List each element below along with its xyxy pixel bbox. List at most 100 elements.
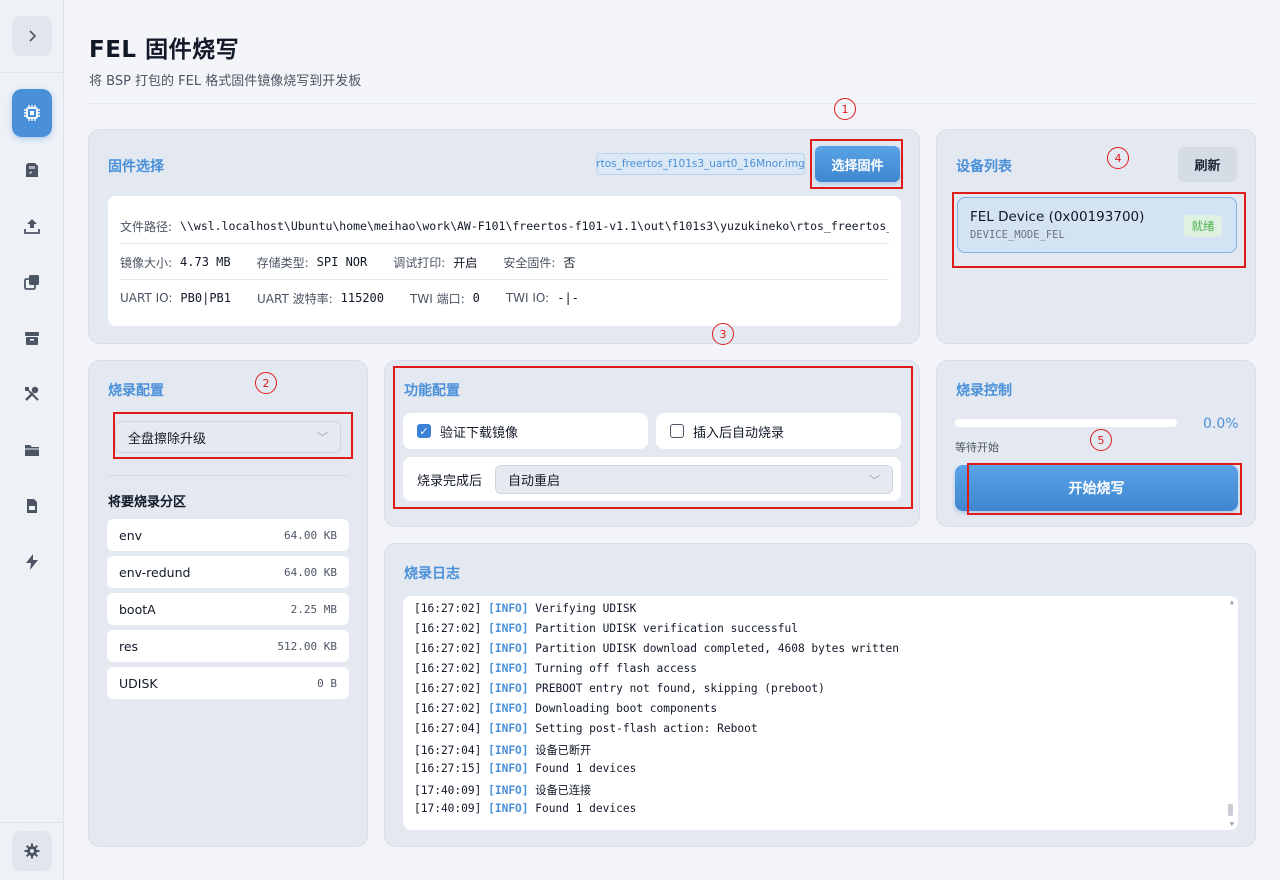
folder-icon[interactable] — [12, 430, 52, 470]
progress-status: 等待开始 — [955, 441, 999, 454]
bolt-icon[interactable] — [12, 542, 52, 582]
device-mode: DEVICE_MODE_FEL — [970, 229, 1065, 241]
partition-name: res — [119, 638, 139, 654]
burn-config-title: 烧录配置 — [108, 383, 164, 399]
partition-item: UDISK 0 B — [107, 667, 349, 699]
uart-io-value: PB0|PB1 — [180, 291, 231, 305]
burn-control-title: 烧录控制 — [956, 383, 1012, 399]
storage-type-label: 存储类型: — [256, 255, 309, 270]
log-line: [17:40:09] [INFO] Found 1 devices — [414, 802, 637, 815]
sd-card-icon[interactable] — [12, 150, 52, 190]
firmware-info-panel: 文件路径: \\wsl.localhost\Ubuntu\home\meihao… — [108, 196, 901, 326]
partition-size: 2.25 MB — [290, 602, 337, 616]
scroll-down-icon[interactable]: ▼ — [1230, 820, 1234, 828]
file-path-row: 文件路径: \\wsl.localhost\Ubuntu\home\meihao… — [120, 208, 889, 244]
annotation-marker-1: 1 — [834, 98, 856, 120]
scroll-up-icon[interactable]: ▲ — [1230, 598, 1234, 606]
partition-name: env-redund — [119, 564, 191, 580]
function-config-title: 功能配置 — [404, 383, 460, 399]
burn-mode-value: 全盘擦除升级 — [128, 431, 207, 447]
chevron-down-icon: ﹀ — [869, 473, 880, 487]
start-burn-button[interactable]: 开始烧写 — [955, 465, 1238, 511]
divider — [107, 475, 349, 476]
secure-firmware-label: 安全固件: — [503, 255, 556, 270]
chip-icon[interactable] — [12, 89, 52, 137]
log-line: [17:40:09] [INFO] 设备已连接 — [414, 784, 592, 797]
scrollbar-thumb[interactable] — [1228, 804, 1233, 816]
annotation-marker-4: 4 — [1107, 147, 1129, 169]
auto-burn-option[interactable]: 插入后自动烧录 — [656, 413, 901, 449]
image-size-label: 镜像大小: — [120, 255, 173, 270]
uart-baud-value: 115200 — [340, 291, 385, 305]
burn-log-title: 烧录日志 — [404, 566, 460, 582]
sidebar — [0, 0, 64, 880]
debug-print-label: 调试打印: — [393, 255, 446, 270]
partition-item: env 64.00 KB — [107, 519, 349, 551]
auto-burn-checkbox[interactable] — [670, 424, 684, 438]
log-output: [16:27:02] [INFO] Verifying UDISK [16:27… — [403, 596, 1238, 830]
file-path-label: 文件路径: — [120, 219, 173, 234]
firmware-card-title: 固件选择 — [108, 159, 164, 175]
partition-size: 0 B — [317, 676, 337, 690]
check-icon[interactable]: ✓ — [417, 424, 431, 438]
uart-info-row: UART IO: PB0|PB1 UART 波特率: 115200 TWI 端口… — [120, 280, 889, 316]
annotation-marker-2: 2 — [255, 372, 277, 394]
debug-print-value: 开启 — [453, 255, 478, 270]
twi-port-value: 0 — [472, 291, 480, 305]
select-firmware-button[interactable]: 选择固件 — [815, 146, 900, 182]
twi-io-value: -|- — [557, 291, 579, 305]
partition-item: bootA 2.25 MB — [107, 593, 349, 625]
storage-type-value: SPI NOR — [316, 255, 368, 269]
after-burn-label: 烧录完成后 — [417, 473, 483, 489]
progress-bar — [955, 419, 1177, 427]
image-info-row: 镜像大小: 4.73 MB 存储类型: SPI NOR 调试打印: 开启 安全固… — [120, 244, 889, 280]
partitions-label: 将要烧录分区 — [108, 495, 187, 510]
status-badge: 就绪 — [1184, 215, 1222, 237]
verify-image-label: 验证下载镜像 — [440, 425, 519, 441]
file-path-value: \\wsl.localhost\Ubuntu\home\meihao\work\… — [180, 219, 889, 233]
file-icon[interactable] — [12, 486, 52, 526]
device-item[interactable]: FEL Device (0x00193700) DEVICE_MODE_FEL … — [957, 197, 1237, 253]
twi-port-label: TWI 端口: — [410, 291, 465, 306]
verify-image-option[interactable]: ✓ 验证下载镜像 — [403, 413, 648, 449]
upload-icon[interactable] — [12, 206, 52, 246]
log-line: [16:27:02] [INFO] PREBOOT entry not foun… — [414, 682, 825, 695]
log-line: [16:27:02] [INFO] Verifying UDISK — [414, 602, 637, 615]
partition-size: 64.00 KB — [284, 565, 337, 579]
burn-mode-select[interactable]: 全盘擦除升级 ﹀ — [115, 421, 341, 453]
archive-icon[interactable] — [12, 318, 52, 358]
twi-io-label: TWI IO: — [505, 291, 550, 305]
auto-burn-label: 插入后自动烧录 — [693, 425, 785, 441]
log-line: [16:27:02] [INFO] Turning off flash acce… — [414, 662, 697, 675]
secure-firmware-value: 否 — [563, 255, 576, 270]
annotation-marker-5: 5 — [1090, 429, 1112, 451]
chevron-right-icon[interactable] — [12, 16, 52, 56]
sidebar-divider — [0, 822, 63, 823]
refresh-button[interactable]: 刷新 — [1178, 147, 1237, 182]
partition-item: env-redund 64.00 KB — [107, 556, 349, 588]
partition-size: 512.00 KB — [277, 639, 337, 653]
page-title: FEL 固件烧写 — [89, 37, 240, 63]
firmware-file-chip: rtos_freertos_f101s3_uart0_16Mnor.img — [596, 153, 805, 175]
chevron-down-icon: ﹀ — [317, 431, 328, 444]
partition-item: res 512.00 KB — [107, 630, 349, 662]
gear-icon[interactable] — [12, 831, 52, 871]
partition-name: UDISK — [119, 675, 158, 691]
log-line: [16:27:02] [INFO] Partition UDISK verifi… — [414, 622, 798, 635]
header-divider — [89, 103, 1256, 104]
copy-icon[interactable] — [12, 262, 52, 302]
after-burn-value: 自动重启 — [508, 474, 561, 489]
log-line: [16:27:02] [INFO] Downloading boot compo… — [414, 702, 718, 715]
partition-name: bootA — [119, 601, 156, 617]
after-burn-select[interactable]: 自动重启 ﹀ — [495, 465, 893, 494]
log-line: [16:27:04] [INFO] 设备已断开 — [414, 744, 592, 757]
uart-baud-label: UART 波特率: — [257, 291, 333, 306]
page-subtitle: 将 BSP 打包的 FEL 格式固件镜像烧写到开发板 — [89, 74, 362, 89]
uart-io-label: UART IO: — [120, 291, 173, 305]
tools-icon[interactable] — [12, 374, 52, 414]
device-list-title: 设备列表 — [956, 159, 1012, 175]
log-line: [16:27:02] [INFO] Partition UDISK downlo… — [414, 642, 899, 655]
progress-percent: 0.0% — [1203, 416, 1239, 432]
annotation-marker-3: 3 — [712, 323, 734, 345]
sidebar-divider — [0, 72, 63, 73]
